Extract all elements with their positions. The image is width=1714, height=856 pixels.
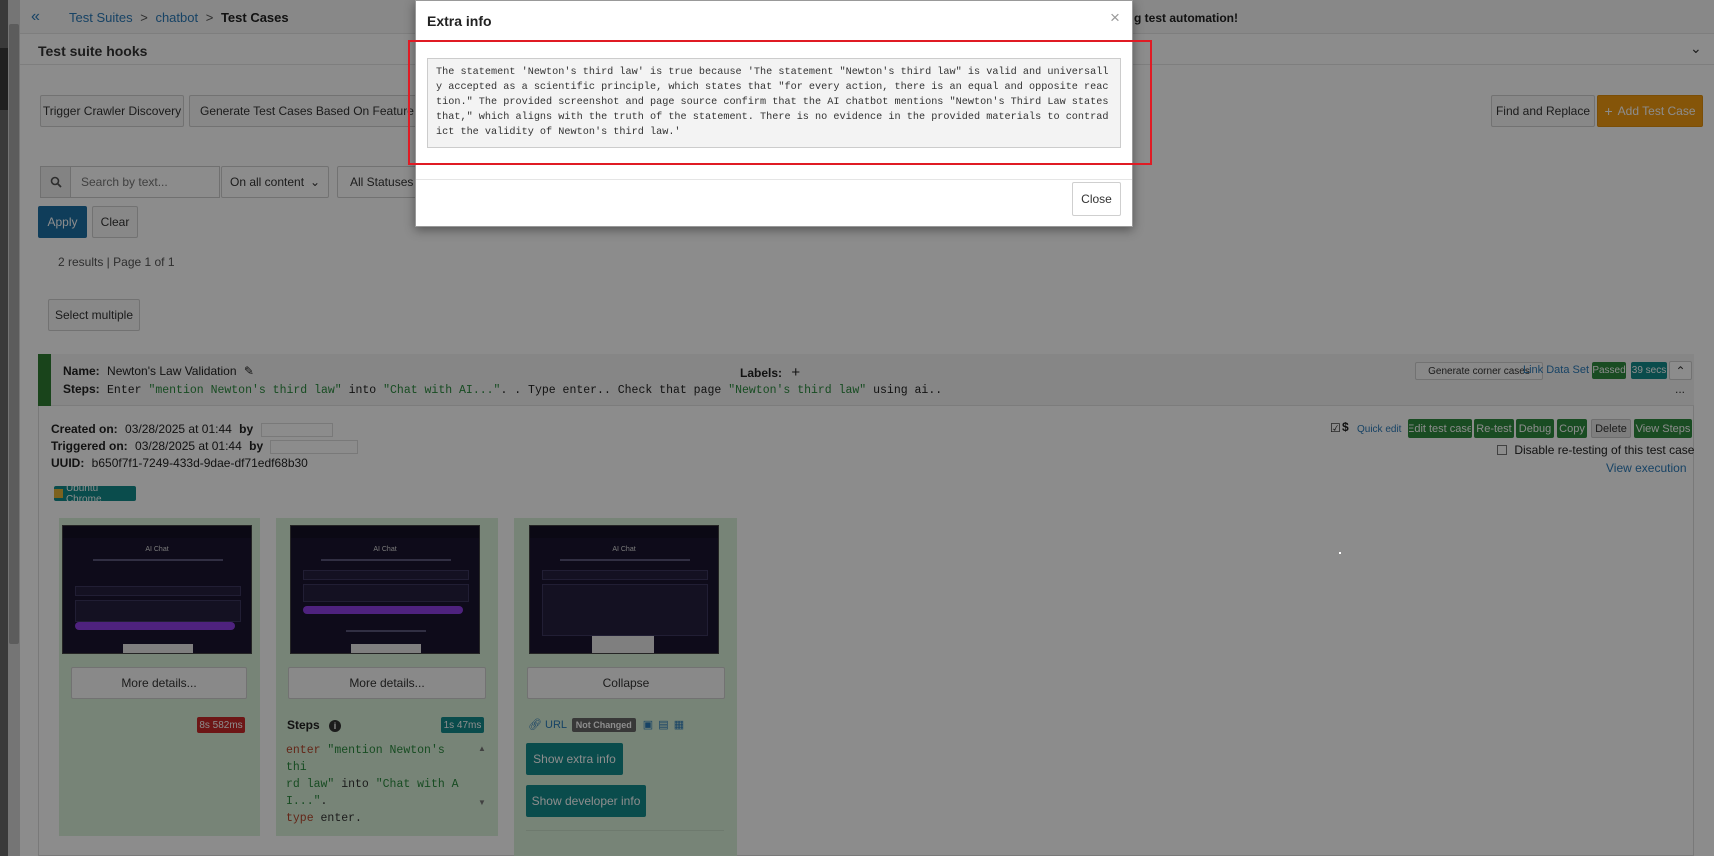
cursor-dot	[1339, 552, 1341, 554]
modal-header: Extra info ×	[416, 1, 1132, 41]
modal-title: Extra info	[427, 13, 492, 29]
close-icon[interactable]: ×	[1110, 8, 1120, 28]
close-button[interactable]: Close	[1072, 182, 1121, 216]
modal-footer: Close	[416, 179, 1132, 227]
highlight-box	[408, 40, 1152, 165]
